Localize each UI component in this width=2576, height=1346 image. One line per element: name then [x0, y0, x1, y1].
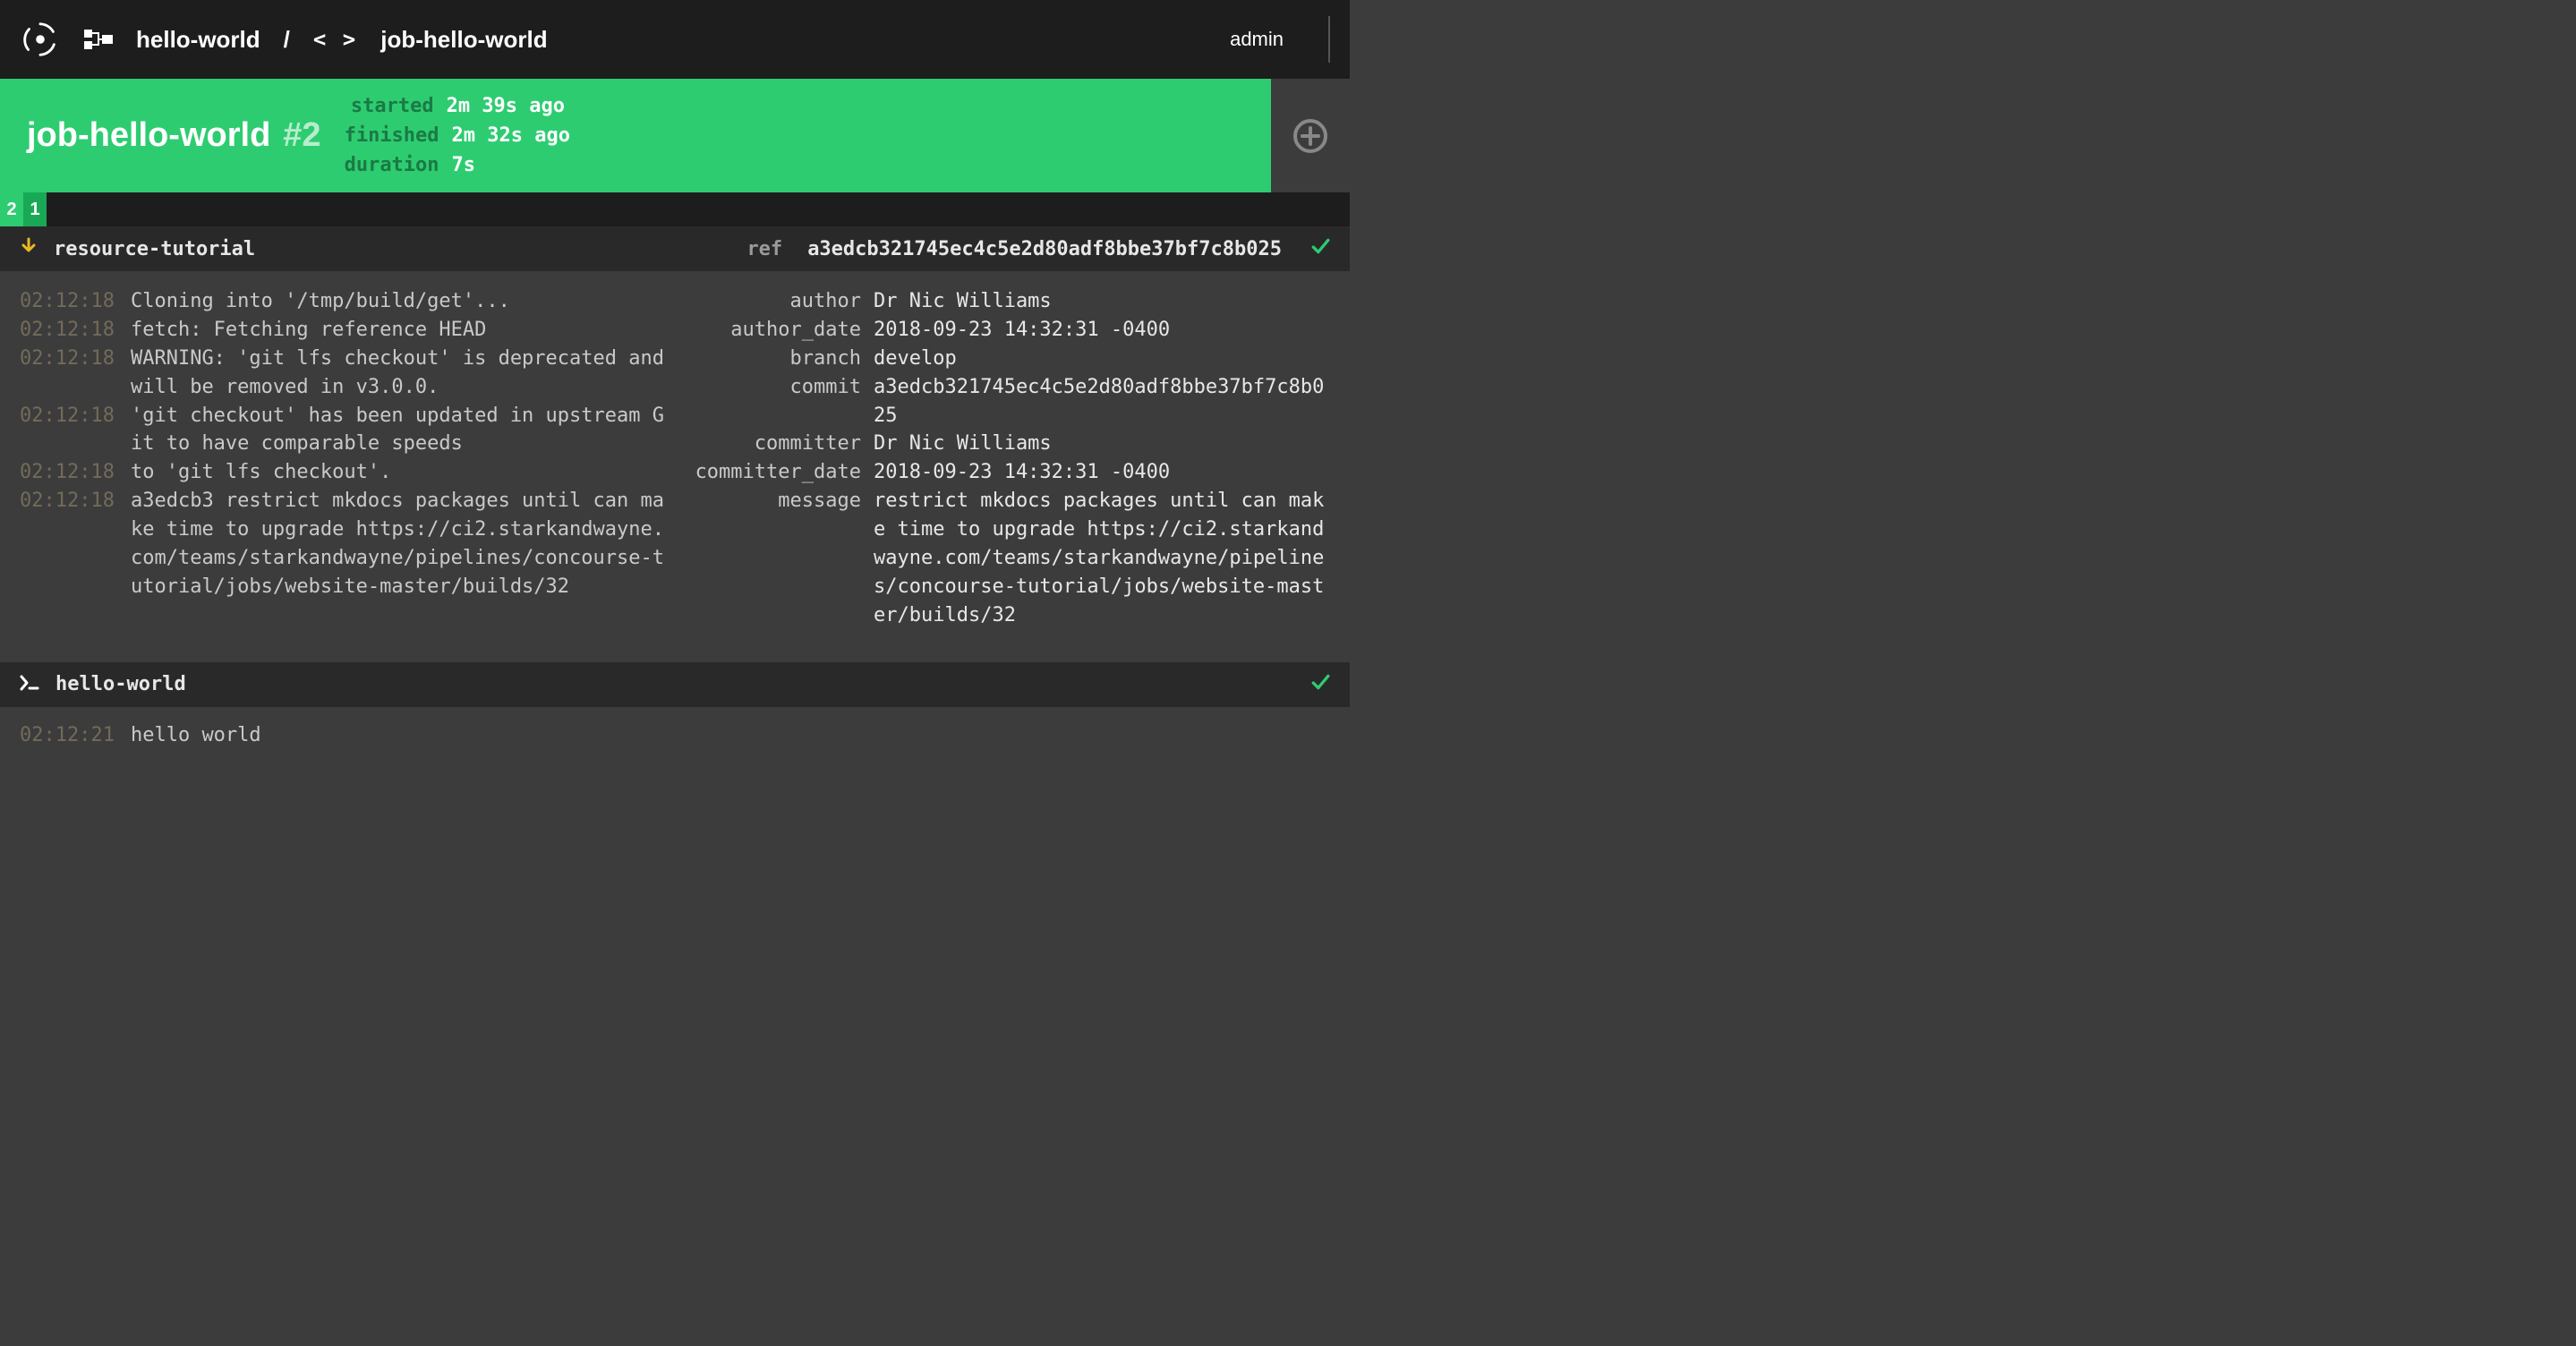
step-name: resource-tutorial: [54, 238, 255, 260]
build-title: job-hello-world #2: [27, 116, 321, 155]
timing-key: finished: [345, 121, 439, 150]
step-log: 02:12:18 Cloning into '/tmp/build/get'...…: [20, 287, 664, 630]
log-ts: 02:12:18: [20, 287, 115, 316]
check-icon: [1310, 236, 1330, 261]
get-step-header[interactable]: resource-tutorial ref a3edcb321745ec4c5e…: [0, 226, 1350, 271]
pipeline-icon: [84, 30, 113, 49]
meta-val: a3edcb321745ec4c5e2d80adf8bbe37bf7c8b025: [874, 373, 1330, 430]
log-msg: to 'git lfs checkout'.: [131, 458, 391, 487]
breadcrumb: hello-world / < > job-hello-world: [84, 26, 1207, 54]
version-value: a3edcb321745ec4c5e2d80adf8bbe37bf7c8b025: [807, 238, 1282, 260]
meta-key: branch: [691, 345, 861, 373]
log-msg: fetch: Fetching reference HEAD: [131, 316, 486, 345]
step-metadata: author Dr Nic Williams author_date 2018-09…: [691, 287, 1330, 630]
log-msg: hello world: [131, 721, 261, 750]
topbar: hello-world / < > job-hello-world admin: [0, 0, 1350, 79]
log-ts: 02:12:18: [20, 345, 115, 402]
log-ts: 02:12:18: [20, 316, 115, 345]
meta-val: Dr Nic Williams: [874, 287, 1052, 316]
build-list: 2 1: [0, 192, 1350, 226]
log-ts: 02:12:18: [20, 487, 115, 601]
log-ts: 02:12:18: [20, 458, 115, 487]
timing-val: 2m 39s ago: [447, 91, 565, 121]
meta-key: author_date: [691, 316, 861, 345]
build-name: job-hello-world: [27, 116, 270, 155]
meta-key: commit: [691, 373, 861, 430]
meta-key: message: [691, 487, 861, 629]
version-key: ref: [746, 238, 782, 260]
timing-val: 7s: [452, 150, 476, 180]
meta-val: 2018-09-23 14:32:31 -0400: [874, 316, 1170, 345]
user-menu[interactable]: admin: [1230, 28, 1284, 51]
meta-key: author: [691, 287, 861, 316]
concourse-logo-icon[interactable]: [20, 19, 61, 60]
build-tab[interactable]: 2: [0, 192, 23, 226]
step-name: hello-world: [55, 673, 186, 695]
breadcrumb-separator: /: [284, 26, 290, 54]
check-icon: [1310, 672, 1330, 697]
log-msg: WARNING: 'git lfs checkout' is deprecate…: [131, 345, 664, 402]
task-step-body: 02:12:21 hello world: [0, 707, 1350, 764]
build-number: #2: [283, 116, 320, 155]
meta-val: 2018-09-23 14:32:31 -0400: [874, 458, 1170, 487]
terminal-icon: [20, 673, 39, 696]
timing-key: started: [345, 91, 434, 121]
log-ts: 02:12:18: [20, 402, 115, 459]
log-ts: 02:12:21: [20, 721, 115, 750]
trigger-build-button[interactable]: [1271, 79, 1350, 192]
meta-key: committer: [691, 430, 861, 458]
build-timing: started 2m 39s ago finished 2m 32s ago dur…: [345, 91, 570, 180]
log-msg: a3edcb3 restrict mkdocs packages until c…: [131, 487, 664, 601]
meta-val: develop: [874, 345, 957, 373]
timing-key: duration: [345, 150, 439, 180]
log-msg: Cloning into '/tmp/build/get'...: [131, 287, 510, 316]
task-step-header[interactable]: hello-world: [0, 662, 1350, 707]
log-msg: 'git checkout' has been updated in upstr…: [131, 402, 664, 459]
pipeline-link[interactable]: hello-world: [136, 26, 260, 54]
build-tab[interactable]: 1: [23, 192, 47, 226]
build-header: job-hello-world #2 started 2m 39s ago fin…: [0, 79, 1350, 192]
job-link[interactable]: job-hello-world: [380, 26, 547, 54]
meta-key: committer_date: [691, 458, 861, 487]
timing-val: 2m 32s ago: [452, 121, 570, 150]
divider: [1328, 16, 1330, 63]
meta-val: Dr Nic Williams: [874, 430, 1052, 458]
download-icon: [20, 237, 38, 260]
job-icon: < >: [313, 27, 357, 52]
get-step-body: 02:12:18 Cloning into '/tmp/build/get'...…: [0, 271, 1350, 662]
meta-val: restrict mkdocs packages until can make …: [874, 487, 1330, 629]
